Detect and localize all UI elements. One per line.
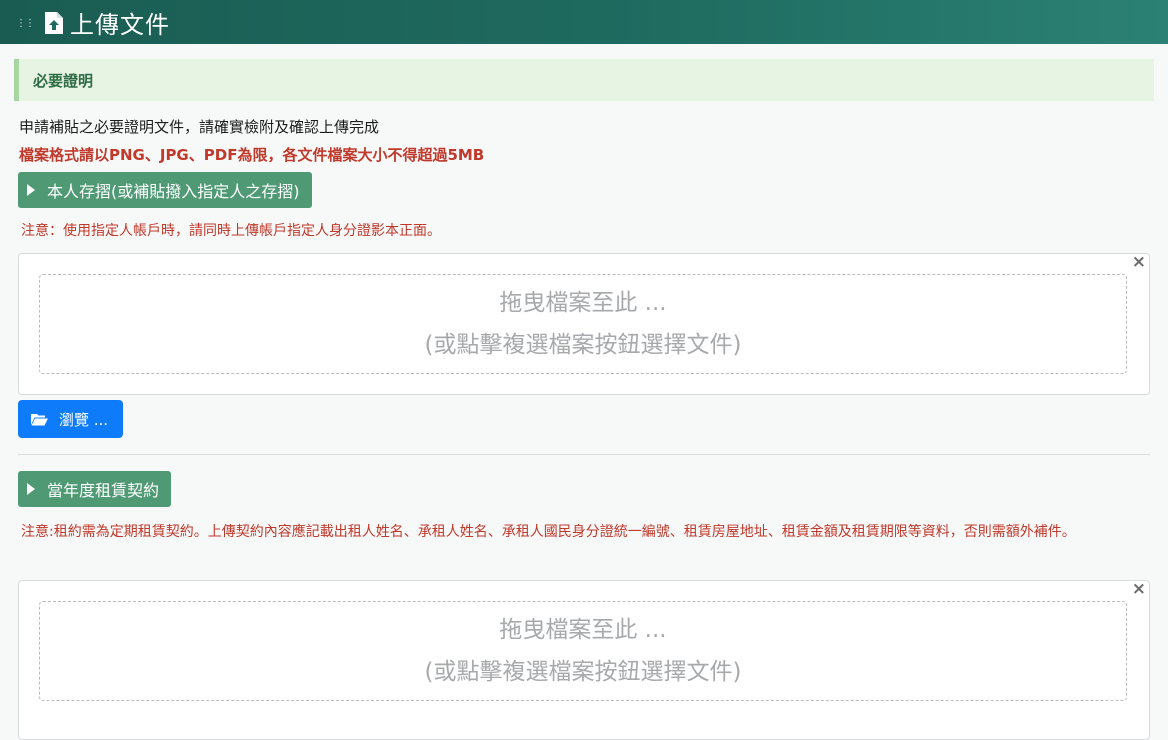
passbook-toggle-label: 本人存摺(或補貼撥入指定人之存摺) (47, 182, 300, 201)
page-header: ⋮⋮ 上傳文件 (0, 0, 1168, 44)
passbook-note: 注意：使用指定人帳戶時，請同時上傳帳戶指定人身分證影本正面。 (21, 223, 441, 239)
grip-icon[interactable]: ⋮⋮ (16, 18, 35, 29)
lease-dropzone[interactable]: 拖曳檔案至此 ... (或點擊複選檔案按鈕選擇文件) (39, 601, 1127, 701)
caret-right-icon (27, 483, 35, 495)
dropzone-hint-line2: (或點擊複選檔案按鈕選擇文件) (424, 332, 742, 358)
section-divider (18, 454, 1150, 455)
close-icon[interactable]: × (1132, 579, 1146, 599)
section-title: 必要證明 (33, 71, 94, 90)
lease-upload-panel: × 拖曳檔案至此 ... (或點擊複選檔案按鈕選擇文件) (18, 579, 1150, 740)
close-icon[interactable]: × (1132, 252, 1146, 272)
dropzone-hint-line2: (或點擊複選檔案按鈕選擇文件) (424, 659, 742, 685)
dropzone-hint-line1: 拖曳檔案至此 ... (499, 290, 667, 316)
dropzone-hint-line1: 拖曳檔案至此 ... (499, 617, 667, 643)
file-upload-icon (45, 12, 63, 34)
passbook-toggle-button[interactable]: 本人存摺(或補貼撥入指定人之存摺) (18, 172, 312, 208)
page-title: 上傳文件 (70, 10, 170, 39)
passbook-dropzone[interactable]: 拖曳檔案至此 ... (或點擊複選檔案按鈕選擇文件) (39, 274, 1127, 374)
passbook-upload-panel: × 拖曳檔案至此 ... (或點擊複選檔案按鈕選擇文件) (18, 252, 1150, 395)
browse-button-label: 瀏覽 ... (59, 410, 109, 429)
lease-toggle-label: 當年度租賃契約 (47, 481, 160, 500)
caret-right-icon (27, 184, 35, 196)
browse-button[interactable]: 瀏覽 ... (18, 400, 123, 438)
file-format-note: 檔案格式請以PNG、JPG、PDF為限，各文件檔案大小不得超過5MB (19, 146, 485, 164)
section-heading: 必要證明 (14, 59, 1154, 101)
lease-note: 注意:租約需為定期租賃契約。上傳契約內容應記載出租人姓名、承租人姓名、承租人國民… (21, 524, 1076, 540)
instructions-text: 申請補貼之必要證明文件，請確實檢附及確認上傳完成 (19, 118, 380, 136)
folder-open-icon (31, 413, 48, 425)
lease-toggle-button[interactable]: 當年度租賃契約 (18, 471, 172, 507)
